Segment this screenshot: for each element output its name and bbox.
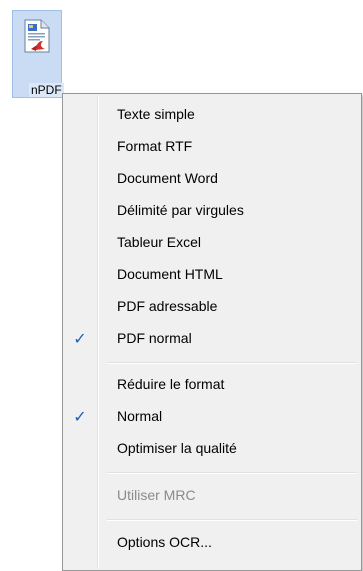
menu-item-label: Document HTML xyxy=(117,266,223,282)
menu-item-label: Options OCR... xyxy=(117,534,212,550)
menu-item-label: PDF adressable xyxy=(117,298,218,314)
menu-item-document-word[interactable]: Document Word xyxy=(65,162,359,194)
menu-item-pdf-normal[interactable]: ✓ PDF normal xyxy=(65,322,359,354)
menu-item-normal[interactable]: ✓ Normal xyxy=(65,400,359,432)
npdf-app-label[interactable]: nPDF xyxy=(29,83,64,97)
context-menu: Texte simple Format RTF Document Word Dé… xyxy=(62,93,362,571)
menu-item-label: Tableur Excel xyxy=(117,234,202,250)
checkmark-icon: ✓ xyxy=(73,328,87,348)
menu-item-optimiser-la-qualite[interactable]: Optimiser la qualité xyxy=(65,432,359,464)
menu-item-label: Optimiser la qualité xyxy=(117,440,237,456)
menu-item-format-rtf[interactable]: Format RTF xyxy=(65,130,359,162)
menu-item-label: Document Word xyxy=(117,170,218,186)
menu-separator xyxy=(107,472,357,474)
menu-separator xyxy=(107,519,357,521)
menu-item-label: Texte simple xyxy=(117,106,195,122)
menu-item-texte-simple[interactable]: Texte simple xyxy=(65,98,359,130)
screen: nPDF Texte simple Format RTF Document Wo… xyxy=(0,0,363,571)
menu-item-label: Réduire le format xyxy=(117,376,225,392)
menu-item-label: Format RTF xyxy=(117,138,193,154)
menu-item-tableur-excel[interactable]: Tableur Excel xyxy=(65,226,359,258)
menu-item-options-ocr[interactable]: Options OCR... xyxy=(65,526,359,558)
pdf-document-icon xyxy=(24,19,50,53)
menu-item-label: Normal xyxy=(117,408,163,424)
menu-item-label: PDF normal xyxy=(117,330,192,346)
menu-separator xyxy=(107,362,357,364)
menu-item-document-html[interactable]: Document HTML xyxy=(65,258,359,290)
menu-item-delimite-par-virgules[interactable]: Délimité par virgules xyxy=(65,194,359,226)
checkmark-icon: ✓ xyxy=(73,406,87,426)
menu-item-label: Délimité par virgules xyxy=(117,202,244,218)
menu-item-pdf-adressable[interactable]: PDF adressable xyxy=(65,290,359,322)
menu-item-label: Utiliser MRC xyxy=(117,487,196,503)
menu-item-utiliser-mrc: Utiliser MRC xyxy=(65,479,359,511)
menu-item-reduire-le-format[interactable]: Réduire le format xyxy=(65,368,359,400)
